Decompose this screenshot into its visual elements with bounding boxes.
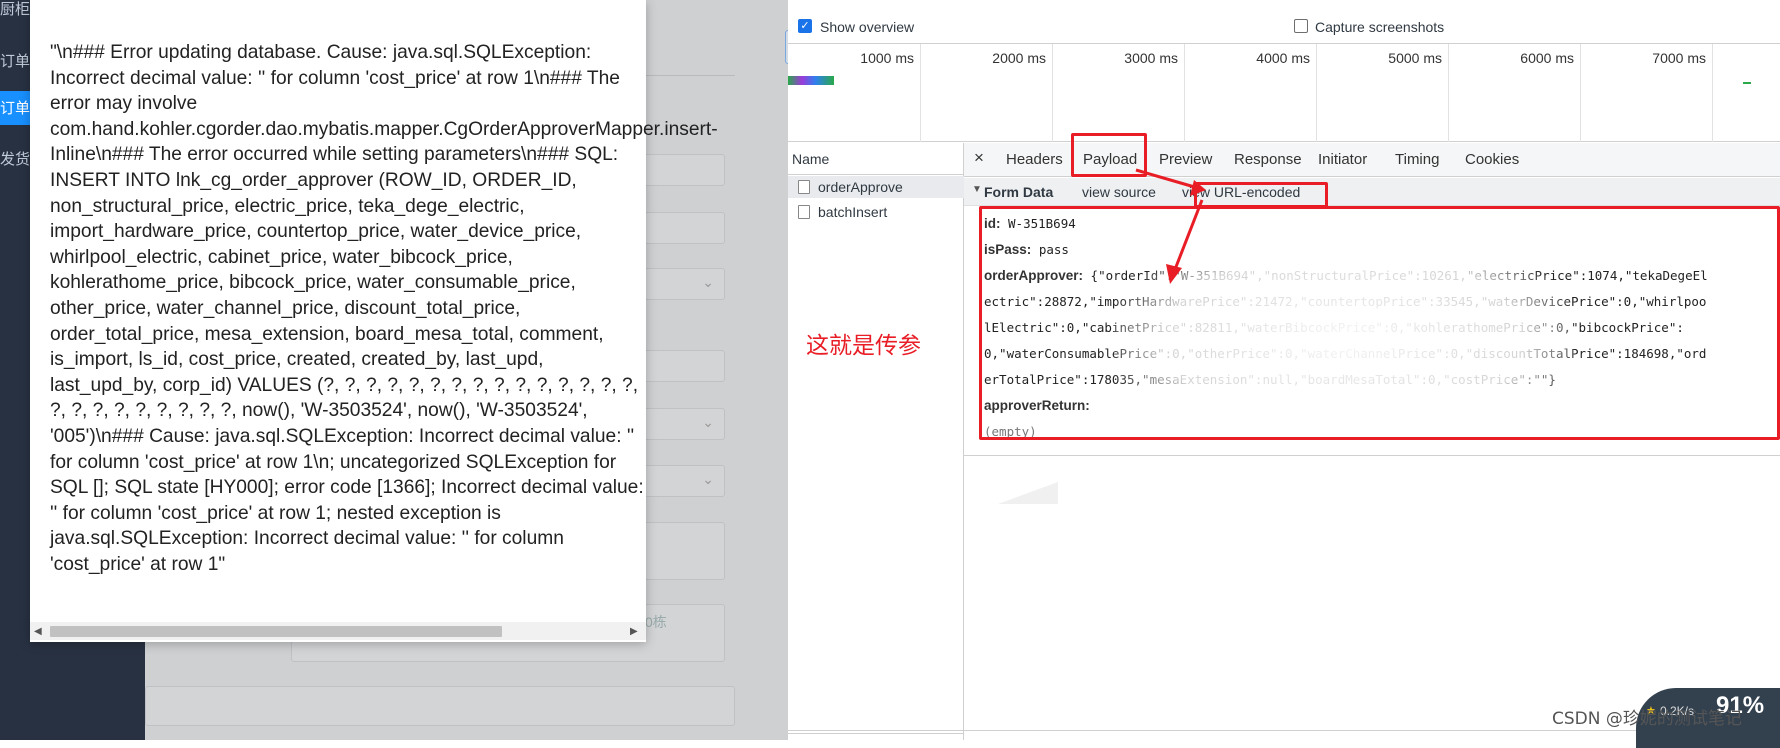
request-name: orderApprove: [818, 179, 903, 195]
capture-screenshots-label: Capture screenshots: [1315, 19, 1445, 35]
timeline-tick: 3000 ms: [1124, 50, 1178, 66]
timeline-tick: 4000 ms: [1256, 50, 1310, 66]
horizontal-scroll-thumb[interactable]: [50, 626, 502, 637]
sidebar-item-label: 订单: [0, 52, 31, 70]
tab-headers[interactable]: Headers: [1006, 151, 1063, 168]
form-data-title: Form Data: [984, 184, 1054, 200]
show-overview-label: Show overview: [820, 19, 915, 35]
request-row-orderapprove[interactable]: orderApprove: [788, 176, 964, 198]
sidebar-item-label: 订单: [0, 99, 31, 117]
file-icon: [798, 205, 810, 219]
request-list: Name orderApprove batchInsert: [788, 143, 964, 740]
request-waterfall-bar: [1743, 82, 1751, 84]
timeline-tick: 5000 ms: [1388, 50, 1442, 66]
timeline-tick: 1000 ms: [860, 50, 914, 66]
tab-initiator[interactable]: Initiator: [1318, 151, 1367, 168]
form-data-header[interactable]: ▼ Form Data view source view URL-encoded: [964, 178, 1780, 206]
form-section: [145, 686, 735, 726]
timeline-tick: 6000 ms: [1520, 50, 1574, 66]
tab-timing[interactable]: Timing: [1395, 151, 1439, 168]
annotation-note: 这就是传参: [806, 333, 921, 359]
tab-cookies[interactable]: Cookies: [1465, 151, 1519, 168]
chevron-down-icon: ⌄: [702, 471, 714, 487]
scroll-right-arrow-icon[interactable]: ▶: [630, 626, 638, 637]
request-row-batchinsert[interactable]: batchInsert: [788, 201, 964, 223]
error-dialog: "\n### Error updating database. Cause: j…: [30, 0, 718, 642]
devtools-network-panel: ✓ Show overview Capture screenshots 1000…: [788, 0, 1780, 748]
name-column-header[interactable]: Name: [788, 143, 963, 175]
textarea-hint: 0栋: [645, 614, 667, 630]
file-icon: [798, 180, 810, 194]
network-overview-timeline[interactable]: 1000 ms 2000 ms 3000 ms 4000 ms 5000 ms …: [788, 44, 1780, 142]
scroll-left-arrow-icon[interactable]: ◀: [34, 626, 42, 637]
decorative-shape: [998, 482, 1058, 504]
chevron-down-icon: ⌄: [702, 414, 714, 430]
show-overview-checkbox[interactable]: ✓: [798, 19, 812, 33]
timeline-tick: 2000 ms: [992, 50, 1046, 66]
triangle-down-icon: ▼: [972, 184, 982, 195]
watermark: CSDN @珍妮的测试笔记: [1552, 709, 1742, 729]
request-waterfall-bar: [788, 76, 834, 85]
capture-screenshots-checkbox[interactable]: [1294, 19, 1308, 33]
sidebar-item-label: 厨柜: [0, 0, 31, 18]
sidebar-item-label: 发货: [0, 150, 31, 168]
request-name: batchInsert: [818, 204, 888, 220]
highlight-payload-box: [979, 206, 1780, 440]
close-icon[interactable]: ×: [974, 148, 984, 168]
error-message-text: "\n### Error updating database. Cause: j…: [50, 42, 718, 575]
horizontal-scrollbar[interactable]: ◀ ▶: [30, 622, 646, 640]
network-options-bar: ✓ Show overview Capture screenshots: [788, 0, 1780, 44]
chevron-down-icon: ⌄: [702, 274, 714, 290]
timeline-tick: 7000 ms: [1652, 50, 1706, 66]
tab-response[interactable]: Response: [1234, 151, 1302, 168]
annotation-arrows: [1135, 168, 1206, 284]
